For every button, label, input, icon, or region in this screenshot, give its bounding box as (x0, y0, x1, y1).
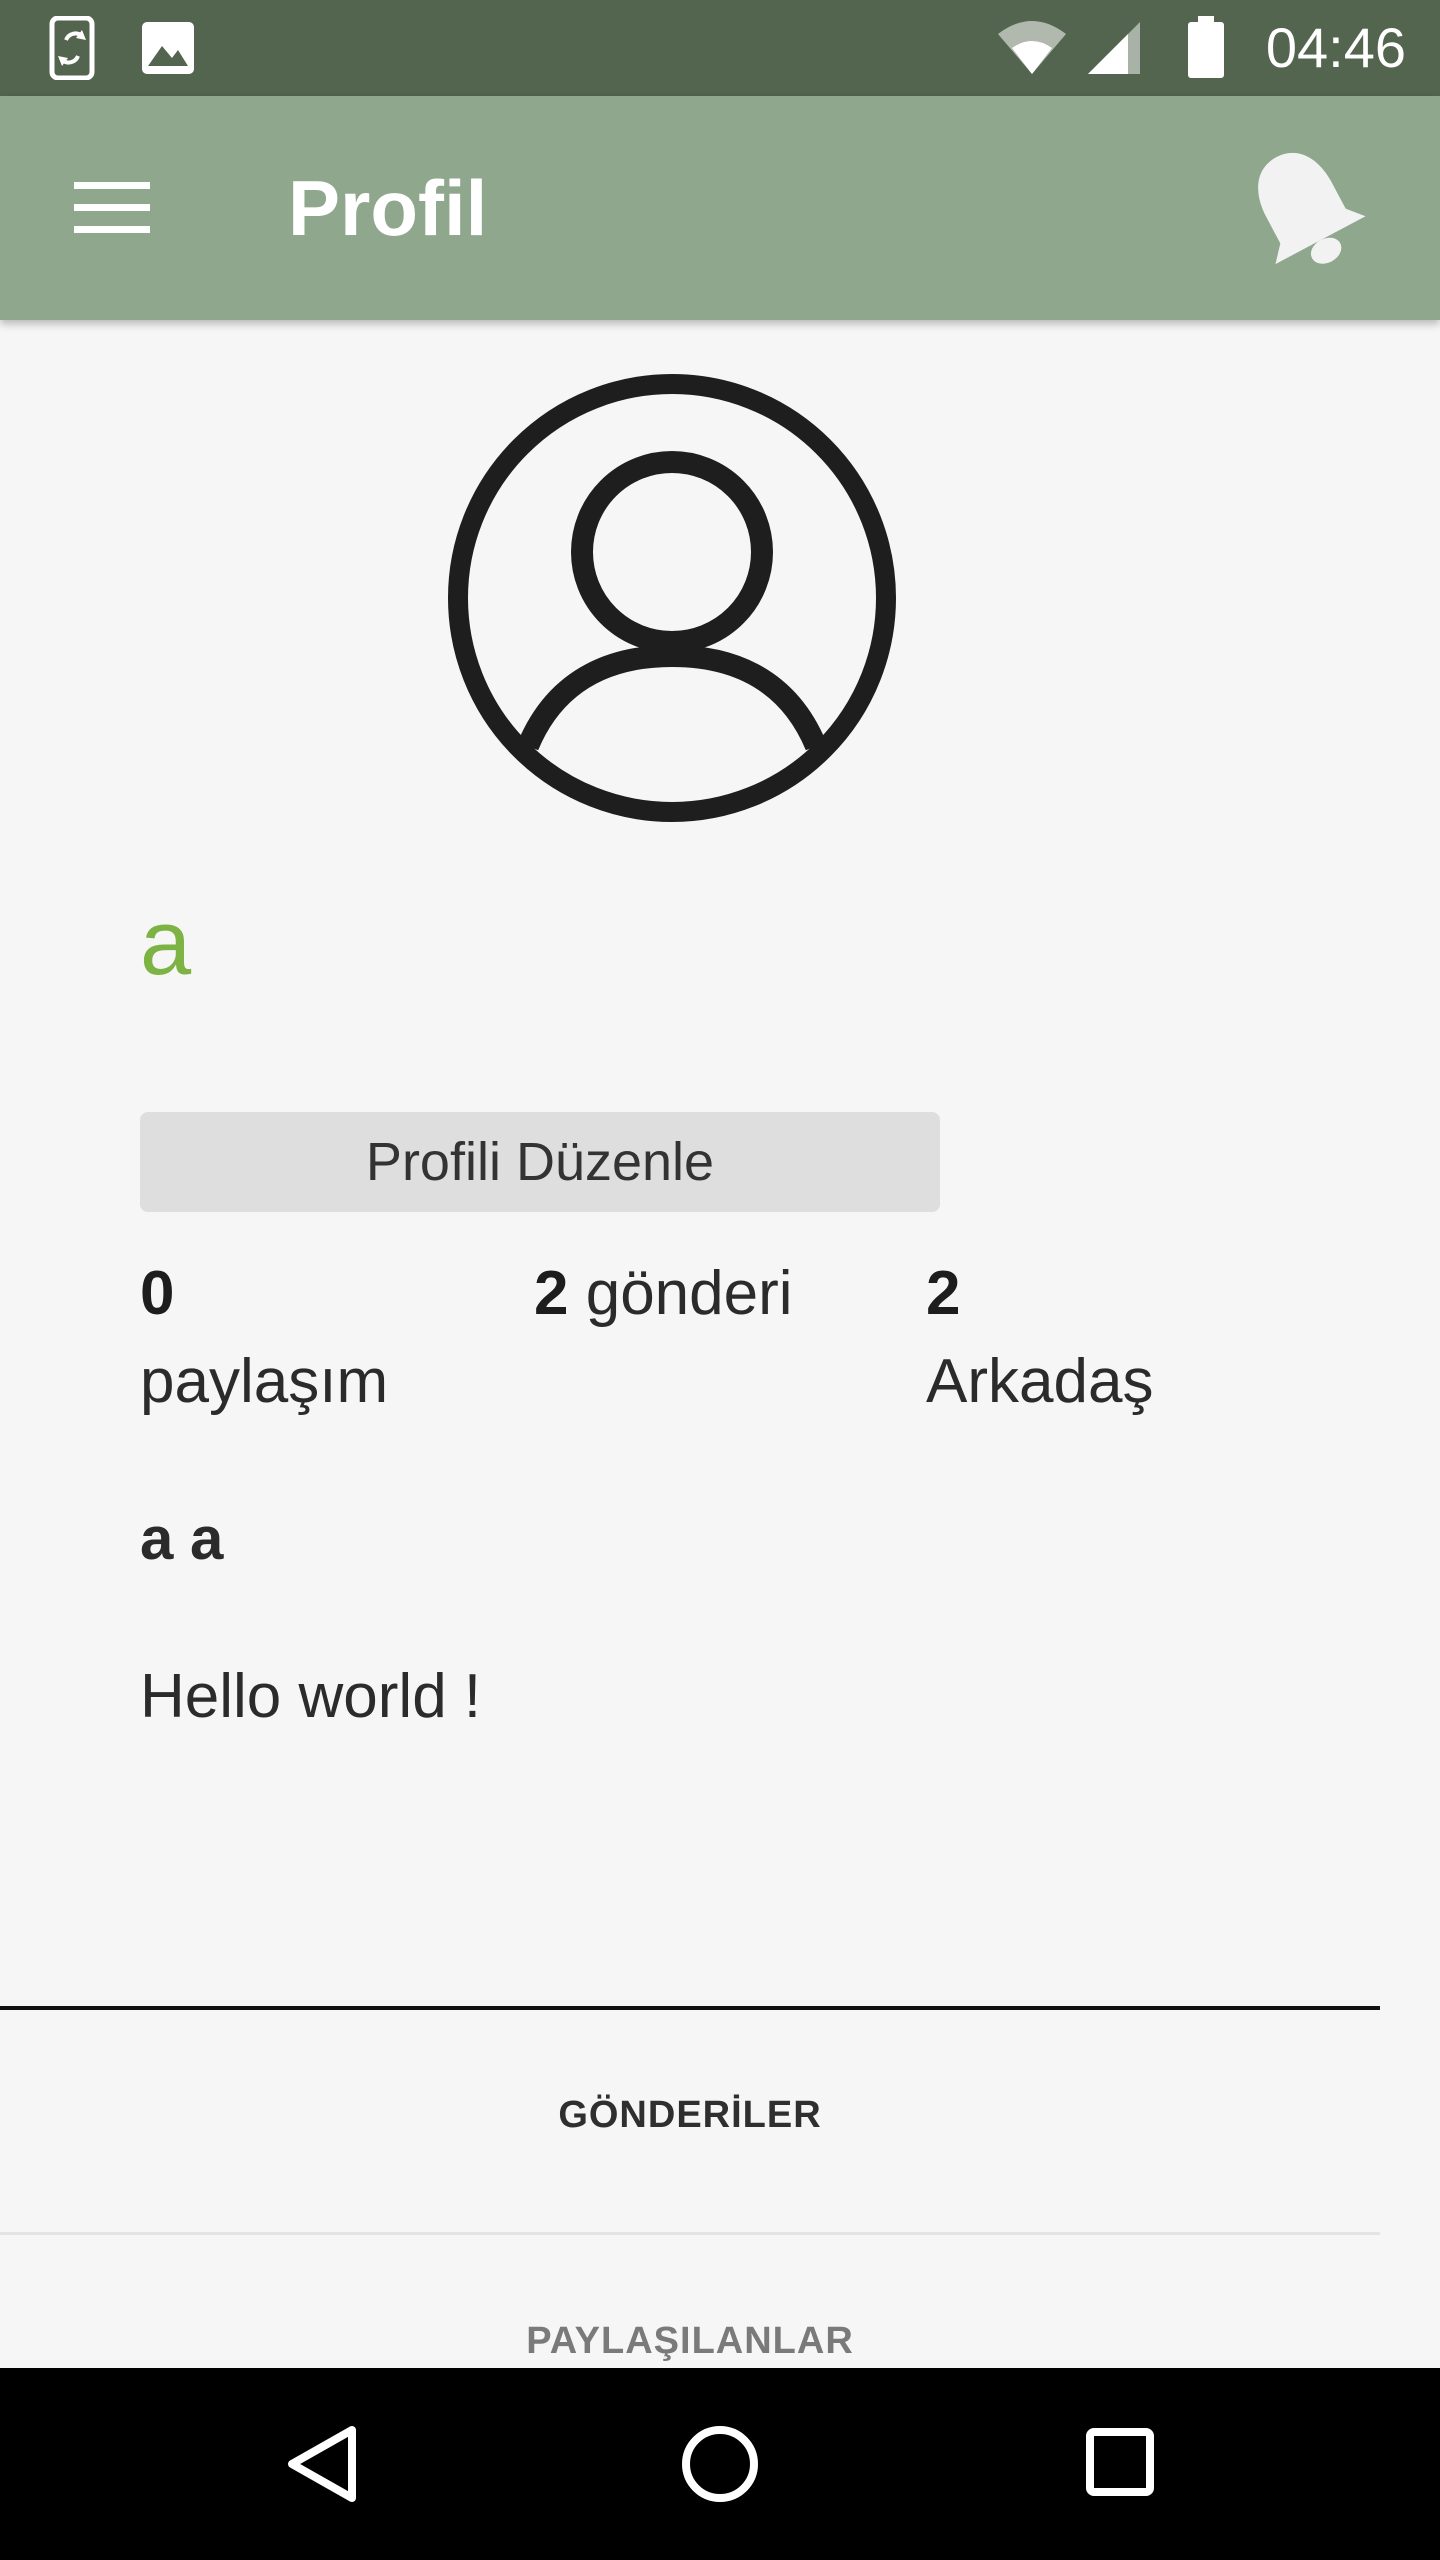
tab-shared[interactable]: PAYLAŞILANLAR (0, 2306, 1380, 2376)
posts-label: gönderi (585, 1259, 793, 1328)
navigation-bar (0, 2368, 1440, 2560)
tab-indicator-divider (0, 2006, 1380, 2010)
back-button[interactable] (262, 2404, 382, 2524)
battery-icon (1186, 16, 1226, 85)
sync-phone-icon (48, 15, 104, 85)
page-title: Profil (288, 164, 488, 252)
recents-button[interactable] (1060, 2404, 1180, 2524)
friends-label: Arkadaş (926, 1347, 1154, 1416)
status-time: 04:46 (1265, 16, 1406, 79)
home-button[interactable] (660, 2404, 780, 2524)
home-icon (682, 2426, 758, 2502)
wifi-icon (996, 18, 1068, 81)
account-circle-icon (448, 374, 896, 822)
menu-button[interactable] (52, 158, 172, 258)
stat-shares[interactable]: 0 paylaşım (140, 1250, 500, 1426)
shares-count: 0 (140, 1259, 175, 1328)
recents-icon (1086, 2428, 1154, 2496)
friends-count: 2 (926, 1259, 961, 1328)
username: a (140, 892, 192, 994)
stat-posts[interactable]: 2 gönderi (534, 1250, 914, 1338)
image-icon (140, 20, 196, 81)
shares-label: paylaşım (140, 1347, 389, 1416)
edit-profile-button[interactable]: Profili Düzenle (140, 1112, 940, 1212)
signal-icon (1084, 20, 1142, 81)
app-bar: Profil (0, 96, 1440, 320)
avatar[interactable] (448, 374, 896, 822)
posts-count: 2 (534, 1259, 569, 1328)
tab-divider (0, 2232, 1380, 2235)
back-icon (288, 2426, 356, 2502)
bio-text: Hello world ! (140, 1662, 482, 1731)
notifications-button[interactable] (1230, 136, 1380, 286)
bell-icon (1258, 152, 1366, 265)
full-name: a a (140, 1505, 224, 1572)
status-bar: 04:46 (0, 0, 1440, 96)
hamburger-menu-icon (74, 182, 150, 233)
stat-friends[interactable]: 2 Arkadaş (926, 1250, 1326, 1426)
tab-posts[interactable]: GÖNDERİLER (0, 2080, 1380, 2150)
